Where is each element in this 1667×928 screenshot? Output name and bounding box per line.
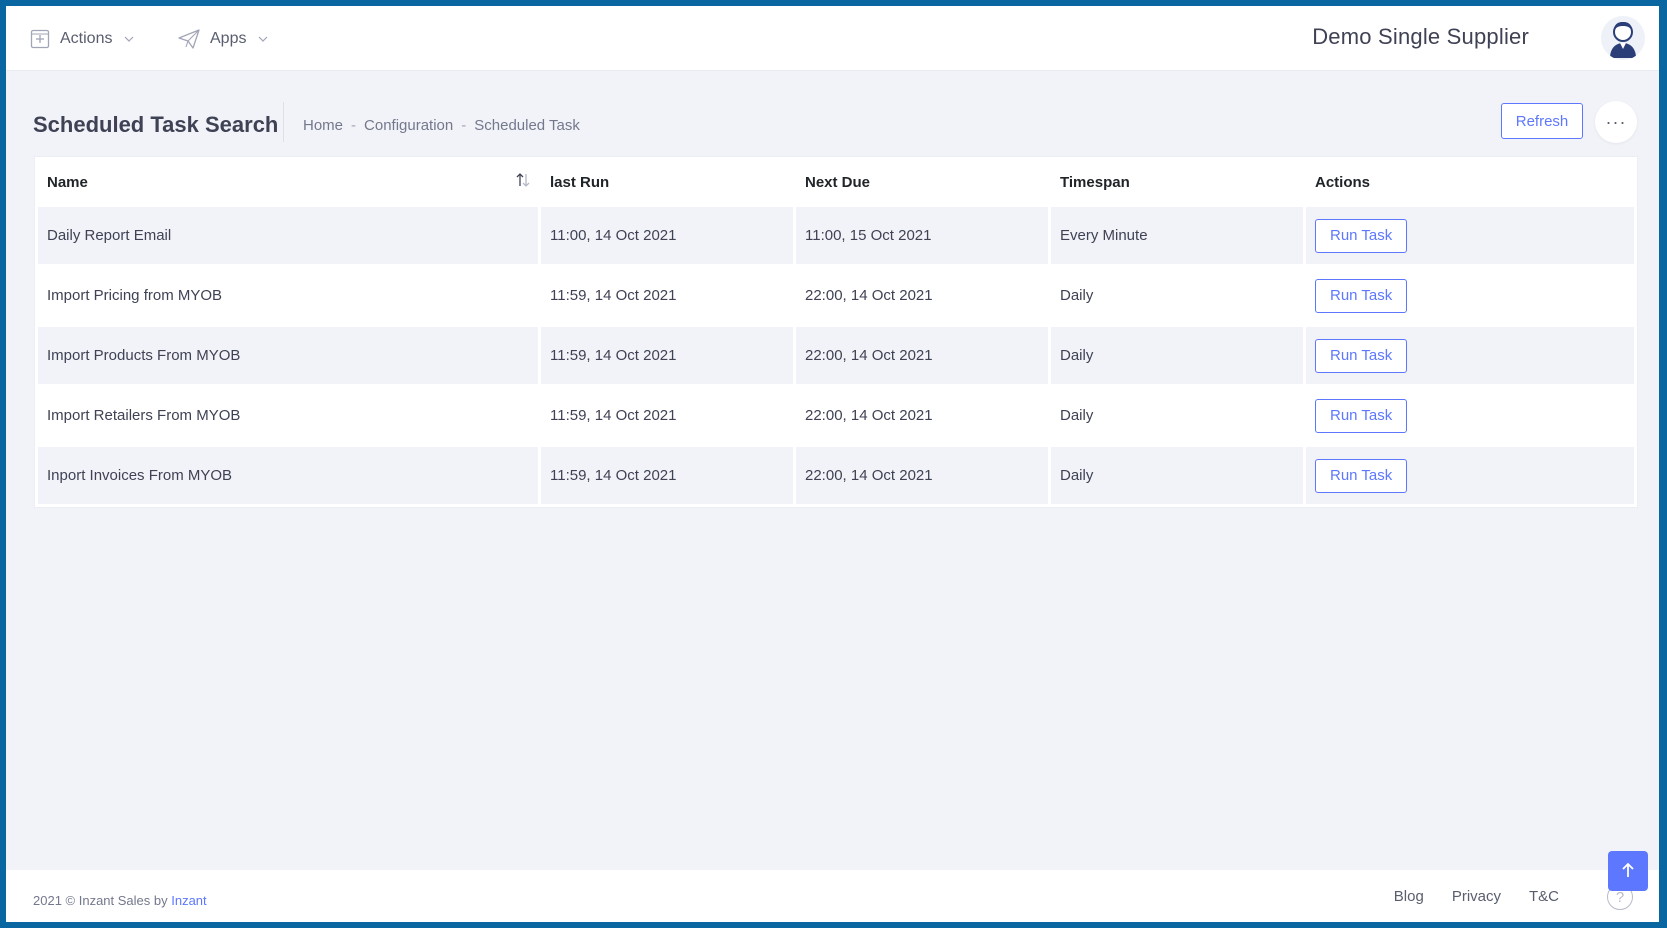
- refresh-button[interactable]: Refresh: [1501, 103, 1583, 139]
- paper-plane-icon: [178, 28, 200, 49]
- apps-menu-label: Apps: [210, 29, 247, 47]
- sort-icon[interactable]: [516, 173, 530, 191]
- table-header-row: Name last Run Next Due Timespan Actions: [38, 160, 1634, 204]
- table-row: Import Products From MYOB 11:59, 14 Oct …: [38, 327, 1634, 384]
- task-timespan: Daily: [1051, 267, 1303, 324]
- plus-square-icon: [30, 29, 50, 49]
- task-timespan: Daily: [1051, 387, 1303, 444]
- task-timespan: Daily: [1051, 327, 1303, 384]
- footer-link-terms[interactable]: T&C: [1529, 888, 1559, 905]
- breadcrumb-separator: -: [351, 117, 357, 134]
- task-last-run: 11:00, 14 Oct 2021: [541, 207, 793, 264]
- arrow-up-icon: [1621, 862, 1635, 881]
- run-task-button[interactable]: Run Task: [1315, 458, 1408, 493]
- column-header-timespan[interactable]: Timespan: [1051, 160, 1303, 204]
- table-row: Import Pricing from MYOB 11:59, 14 Oct 2…: [38, 267, 1634, 324]
- copyright: 2021 © Inzant Sales by Inzant: [33, 893, 207, 908]
- run-task-button[interactable]: Run Task: [1315, 338, 1408, 373]
- task-actions-cell: Run Task: [1306, 447, 1634, 504]
- task-actions-cell: Run Task: [1306, 267, 1634, 324]
- subheader-divider: [283, 102, 284, 142]
- breadcrumb: Home - Configuration - Scheduled Task: [303, 117, 580, 134]
- column-header-last-run[interactable]: last Run: [541, 160, 793, 204]
- breadcrumb-separator: -: [461, 117, 467, 134]
- scroll-to-top-button[interactable]: [1608, 851, 1648, 891]
- table-row: Inport Invoices From MYOB 11:59, 14 Oct …: [38, 447, 1634, 504]
- footer-link-privacy[interactable]: Privacy: [1452, 888, 1501, 905]
- actions-menu-label: Actions: [60, 29, 113, 47]
- task-last-run: 11:59, 14 Oct 2021: [541, 447, 793, 504]
- run-task-button[interactable]: Run Task: [1315, 218, 1408, 253]
- task-actions-cell: Run Task: [1306, 207, 1634, 264]
- chevron-down-icon: [124, 36, 134, 42]
- column-header-actions: Actions: [1306, 160, 1634, 204]
- column-header-name[interactable]: Name: [38, 160, 538, 204]
- run-task-button[interactable]: Run Task: [1315, 278, 1408, 313]
- task-actions-cell: Run Task: [1306, 387, 1634, 444]
- breadcrumb-home[interactable]: Home: [303, 117, 343, 134]
- run-task-button[interactable]: Run Task: [1315, 398, 1408, 433]
- column-header-next-due[interactable]: Next Due: [796, 160, 1048, 204]
- footer: 2021 © Inzant Sales by Inzant Blog Priva…: [6, 870, 1659, 922]
- task-next-due: 22:00, 14 Oct 2021: [796, 327, 1048, 384]
- footer-links: Blog Privacy T&C: [1394, 888, 1559, 905]
- breadcrumb-configuration[interactable]: Configuration: [364, 117, 453, 134]
- task-timespan: Daily: [1051, 447, 1303, 504]
- brand-name: Demo Single Supplier: [1312, 24, 1529, 49]
- task-name: Daily Report Email: [38, 207, 538, 264]
- task-last-run: 11:59, 14 Oct 2021: [541, 267, 793, 324]
- task-last-run: 11:59, 14 Oct 2021: [541, 327, 793, 384]
- task-next-due: 11:00, 15 Oct 2021: [796, 207, 1048, 264]
- task-next-due: 22:00, 14 Oct 2021: [796, 267, 1048, 324]
- app-window: Actions Apps Demo Single Supplier Schedu…: [6, 6, 1659, 922]
- task-name: Import Pricing from MYOB: [38, 267, 538, 324]
- task-name: Inport Invoices From MYOB: [38, 447, 538, 504]
- task-timespan: Every Minute: [1051, 207, 1303, 264]
- scheduled-task-table: Name last Run Next Due Timespan Actions …: [34, 156, 1638, 508]
- breadcrumb-scheduled-task[interactable]: Scheduled Task: [474, 117, 580, 134]
- more-options-button[interactable]: ···: [1595, 101, 1637, 143]
- user-avatar-icon[interactable]: [1601, 16, 1645, 60]
- table-row: Daily Report Email 11:00, 14 Oct 2021 11…: [38, 207, 1634, 264]
- page-title: Scheduled Task Search: [33, 112, 279, 137]
- footer-link-blog[interactable]: Blog: [1394, 888, 1424, 905]
- task-name: Import Products From MYOB: [38, 327, 538, 384]
- task-name: Import Retailers From MYOB: [38, 387, 538, 444]
- inzant-link[interactable]: Inzant: [171, 893, 206, 908]
- task-actions-cell: Run Task: [1306, 327, 1634, 384]
- chevron-down-icon: [258, 36, 268, 42]
- top-header: Actions Apps Demo Single Supplier: [6, 6, 1659, 71]
- actions-menu[interactable]: Actions: [30, 6, 134, 71]
- task-next-due: 22:00, 14 Oct 2021: [796, 447, 1048, 504]
- task-next-due: 22:00, 14 Oct 2021: [796, 387, 1048, 444]
- task-last-run: 11:59, 14 Oct 2021: [541, 387, 793, 444]
- apps-menu[interactable]: Apps: [178, 6, 268, 71]
- table-row: Import Retailers From MYOB 11:59, 14 Oct…: [38, 387, 1634, 444]
